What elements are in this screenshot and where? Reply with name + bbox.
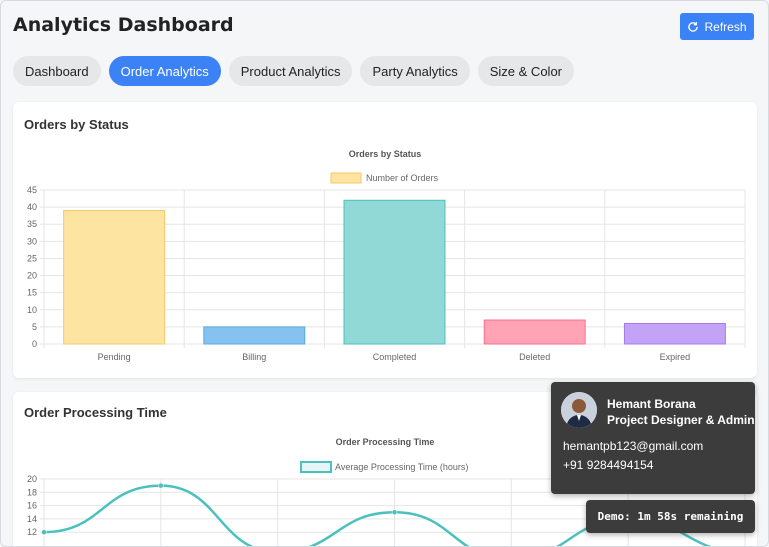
y-tick-label: 15	[27, 288, 37, 298]
profile-phone[interactable]: +91 9284494154	[563, 458, 653, 472]
tab-bar: Dashboard Order Analytics Product Analyt…	[13, 56, 574, 86]
x-tick-label: Deleted	[519, 352, 550, 362]
tab-size-color[interactable]: Size & Color	[477, 56, 574, 86]
y-tick-label: 45	[27, 185, 37, 195]
tab-order-analytics[interactable]: Order Analytics	[108, 56, 221, 86]
avatar	[561, 392, 597, 428]
orders-by-status-chart: Orders by Status Number of Orders 0 5 10 15 20…	[27, 149, 746, 362]
profile-name: Hemant Borana	[607, 397, 696, 411]
y-tick-label: 35	[27, 219, 37, 229]
legend-label: Number of Orders	[366, 173, 439, 183]
data-point	[391, 509, 398, 515]
page-header: Analytics Dashboard Refresh	[13, 13, 754, 43]
bar	[203, 326, 306, 345]
y-tick-label: 12	[27, 527, 37, 537]
refresh-label: Refresh	[704, 19, 747, 34]
y-tick-label: 14	[27, 514, 37, 524]
y-tick-label: 20	[27, 474, 37, 484]
bar	[343, 199, 446, 345]
profile-role: Project Designer & Admin	[607, 413, 755, 427]
tab-dashboard[interactable]: Dashboard	[13, 56, 101, 86]
y-tick-label: 0	[32, 339, 37, 349]
legend-swatch	[330, 172, 362, 184]
bar	[623, 322, 726, 345]
refresh-icon	[688, 21, 699, 32]
profile-tooltip: Hemant Borana Project Designer & Admin h…	[551, 382, 755, 494]
demo-timer-badge: Demo: 1m 58s remaining	[586, 500, 755, 533]
y-tick-label: 40	[27, 202, 37, 212]
chart-title: Orders by Status	[349, 149, 422, 159]
tab-product-analytics[interactable]: Product Analytics	[228, 56, 353, 86]
y-tick-label: 25	[27, 253, 37, 263]
app-window: Analytics Dashboard Refresh Dashboard Or…	[0, 0, 769, 547]
bar	[63, 210, 166, 345]
profile-email[interactable]: hemantpb123@gmail.com	[563, 439, 703, 453]
x-tick-label: Completed	[373, 352, 417, 362]
bar	[483, 319, 586, 345]
orders-by-status-card: Orders by Status Orders by Status Number …	[13, 102, 757, 378]
chart-title: Order Processing Time	[336, 437, 435, 447]
y-tick-label: 10	[27, 305, 37, 315]
x-tick-label: Billing	[242, 352, 266, 362]
data-point	[41, 529, 47, 535]
tab-party-analytics[interactable]: Party Analytics	[360, 56, 470, 86]
x-tick-label: Expired	[660, 352, 691, 362]
legend-label: Average Processing Time (hours)	[335, 462, 468, 472]
refresh-button[interactable]: Refresh	[680, 13, 754, 40]
legend-swatch	[300, 461, 332, 473]
y-tick-label: 18	[27, 487, 37, 497]
y-tick-label: 20	[27, 271, 37, 281]
y-tick-label: 5	[32, 322, 37, 332]
y-tick-label: 30	[27, 236, 37, 246]
y-tick-label: 16	[27, 501, 37, 511]
page-title: Analytics Dashboard	[13, 14, 234, 36]
x-tick-label: Pending	[98, 352, 131, 362]
data-point	[158, 482, 164, 489]
